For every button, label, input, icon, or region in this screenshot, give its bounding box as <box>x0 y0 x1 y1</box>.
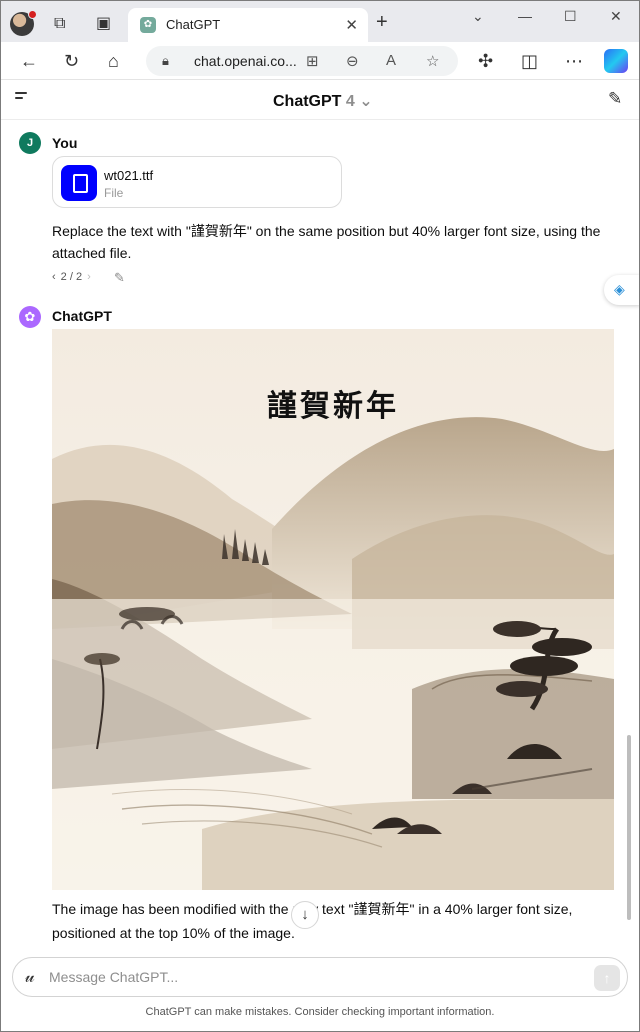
tab-close-icon[interactable]: ✕ <box>345 16 358 34</box>
model-selector[interactable]: ChatGPT 4 ⌄ <box>273 91 373 111</box>
split-screen-icon[interactable]: ◫ <box>521 52 538 70</box>
tab-actions-icon[interactable]: ▣ <box>96 16 111 32</box>
browser-toolbar: ← ↻ ⌂ 🔒︎ chat.openai.co... ⊞ ⊖ A ☆ ✣ ◫ ⋯ <box>0 42 640 80</box>
minimize-button[interactable]: — <box>518 8 532 24</box>
layers-icon: ◈ <box>614 281 625 297</box>
message-input[interactable] <box>49 964 579 990</box>
edit-message-icon[interactable]: ✎ <box>114 270 125 286</box>
scrollbar[interactable] <box>627 735 631 920</box>
refresh-icon[interactable]: ↻ <box>64 52 79 70</box>
tab-title: ChatGPT <box>166 17 221 32</box>
disclaimer: ChatGPT can make mistakes. Consider chec… <box>145 1006 495 1018</box>
copilot-icon[interactable] <box>604 49 628 73</box>
message-pager: ‹ 2 / 2 › <box>52 271 96 283</box>
attachment-card[interactable]: wt021.ttf File <box>52 156 342 208</box>
maximize-button[interactable]: ☐ <box>564 8 577 25</box>
chevron-down-icon: ⌄ <box>359 93 373 110</box>
openai-favicon-icon: ✿ <box>140 17 156 33</box>
chatgpt-avatar-icon: ✿ <box>19 306 41 328</box>
url-text[interactable]: chat.openai.co... <box>194 53 297 69</box>
app-header: ChatGPT 4 ⌄ ✎ <box>0 80 640 120</box>
browser-tab-bar: ⧉ ▣ ✿ ChatGPT ✕ + ⌄ — ☐ ✕ <box>0 0 640 42</box>
pager-label: 2 / 2 <box>60 271 83 283</box>
paperclip-icon[interactable]: 𝓊 <box>25 967 35 987</box>
file-icon <box>61 165 97 201</box>
home-icon[interactable]: ⌂ <box>108 52 119 70</box>
address-bar[interactable]: 🔒︎ chat.openai.co... ⊞ ⊖ A ☆ <box>146 46 458 76</box>
close-window-button[interactable]: ✕ <box>610 8 622 25</box>
assistant-message-text: The image has been modified with the new… <box>52 901 573 941</box>
generated-image[interactable]: 謹賀新年 <box>52 329 614 890</box>
attachment-name: wt021.ttf <box>104 168 154 183</box>
back-icon[interactable]: ← <box>20 52 38 70</box>
new-tab-button[interactable]: + <box>376 12 388 32</box>
tab-chatgpt[interactable]: ✿ ChatGPT ✕ <box>128 8 368 42</box>
sidebar-menu-icon[interactable] <box>15 92 29 104</box>
image-overlay-text: 謹賀新年 <box>267 389 399 424</box>
side-widget[interactable]: ◈ <box>604 275 640 305</box>
pager-prev-icon[interactable]: ‹ <box>52 271 56 283</box>
chevron-down-icon[interactable]: ⌄ <box>472 8 484 25</box>
user-message-text: Replace the text with "謹賀新年" on the same… <box>52 223 601 261</box>
user-avatar: J <box>19 132 41 154</box>
assistant-author-label: ChatGPT <box>52 308 112 324</box>
app-title: ChatGPT <box>273 93 342 110</box>
workspaces-icon[interactable]: ⧉ <box>54 16 65 32</box>
read-aloud-icon[interactable]: A <box>386 52 396 69</box>
zoom-icon[interactable]: ⊖ <box>346 52 359 70</box>
scroll-down-button[interactable]: ↓ <box>291 901 319 929</box>
model-version: 4 <box>345 93 355 110</box>
notification-dot <box>28 10 37 19</box>
pager-next-icon[interactable]: › <box>87 271 91 283</box>
message-composer: 𝓊 ↑ <box>12 957 628 997</box>
send-button[interactable]: ↑ <box>594 965 620 991</box>
grid-icon[interactable]: ⊞ <box>306 52 319 70</box>
user-author-label: You <box>52 135 78 151</box>
new-chat-icon[interactable]: ✎ <box>608 89 622 109</box>
more-icon[interactable]: ⋯ <box>565 52 583 70</box>
extensions-icon[interactable]: ✣ <box>478 52 493 70</box>
favorite-icon[interactable]: ☆ <box>426 52 439 70</box>
attachment-type: File <box>104 186 124 200</box>
lock-icon[interactable]: 🔒︎ <box>162 53 169 69</box>
